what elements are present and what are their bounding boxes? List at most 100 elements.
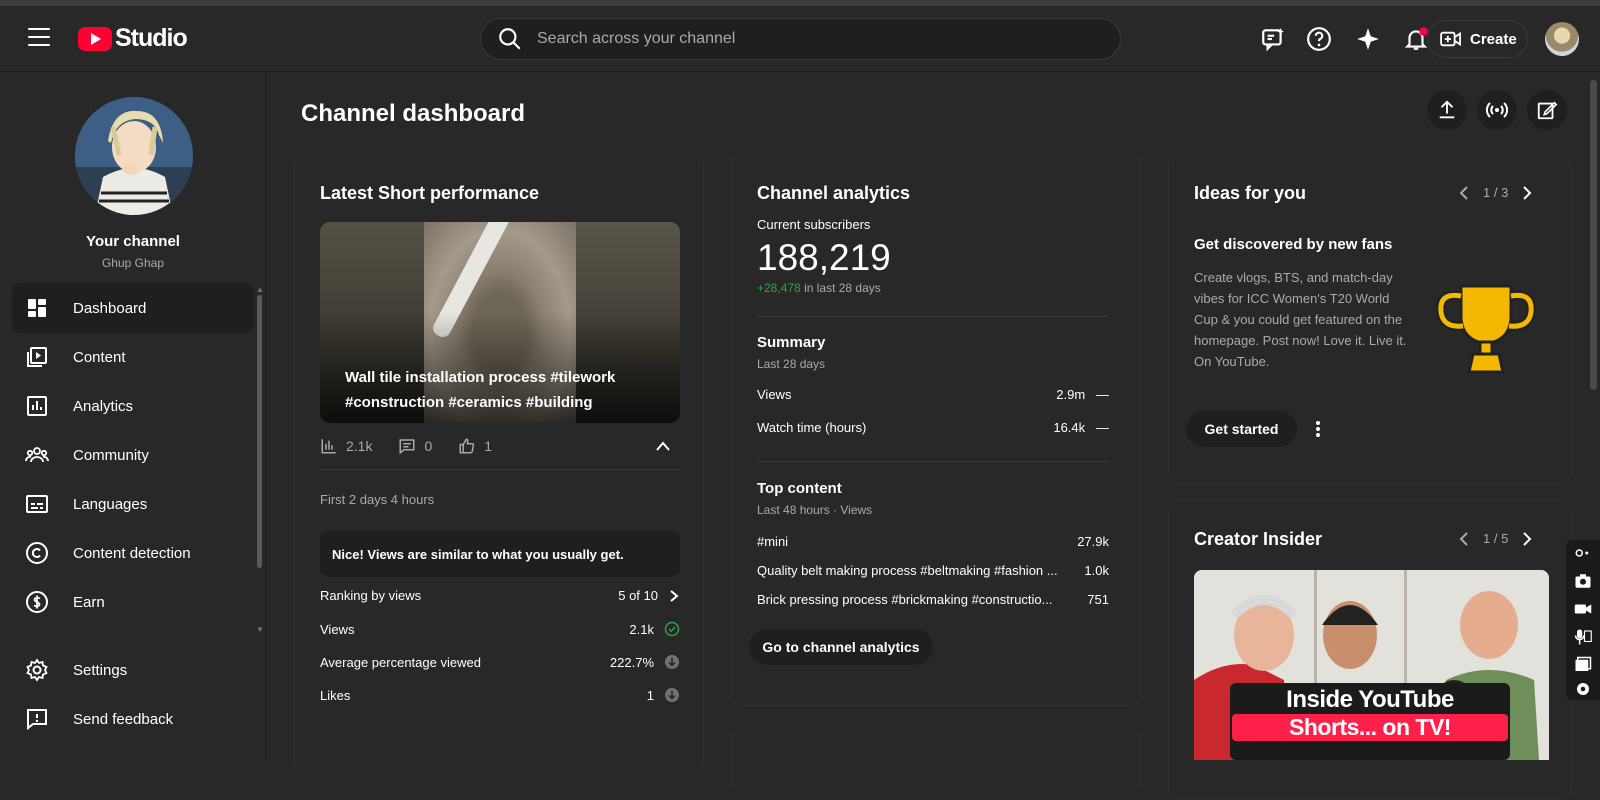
short-stats: 2.1k 0 1	[320, 437, 518, 455]
row-value: 1.0k	[1084, 563, 1109, 578]
gear-icon[interactable]	[1574, 680, 1592, 698]
create-post-button[interactable]	[1527, 90, 1567, 130]
avg-viewed-row: Average percentage viewed 222.7%	[320, 654, 680, 670]
sidebar-item-earn[interactable]: Earn	[12, 577, 254, 627]
link-icon[interactable]	[1574, 544, 1592, 562]
top-content-row[interactable]: Brick pressing process #brickmaking #con…	[757, 592, 1109, 607]
scroll-down-arrow[interactable]: ▼	[256, 625, 264, 634]
sidebar-item-label: Community	[73, 446, 149, 464]
gear-icon	[26, 658, 48, 682]
subs-count: 188,219	[757, 237, 891, 278]
row-value: 27.9k	[1077, 534, 1109, 549]
sidebar-item-content-detection[interactable]: Content detection	[12, 528, 254, 578]
sidebar-item-label: Content	[73, 348, 126, 366]
top-content-period: Last 48 hours · Views	[757, 503, 873, 517]
sidebar-item-analytics[interactable]: Analytics	[12, 381, 254, 431]
search-bar[interactable]: Search across your channel	[480, 18, 1121, 60]
thumb-line-1: Inside YouTube	[1286, 686, 1454, 713]
channel-avatar-image	[75, 97, 193, 215]
go-live-button[interactable]	[1477, 90, 1517, 130]
edit-icon	[1537, 101, 1558, 120]
arrow-down-circle-icon	[665, 655, 679, 669]
logo-text: Studio	[115, 24, 188, 52]
camera-icon[interactable]	[1574, 572, 1592, 590]
short-views: 2.1k	[346, 438, 373, 454]
top-content-row[interactable]: #mini 27.9k	[757, 534, 1109, 549]
chevron-left-icon[interactable]	[1459, 531, 1469, 546]
insider-pager: 1 / 5	[1459, 531, 1532, 546]
sidebar-item-label: Languages	[73, 495, 148, 513]
card-title: Creator Insider	[1194, 529, 1323, 549]
row-label: #mini	[757, 534, 789, 549]
sidebar-item-community[interactable]: Community	[12, 430, 254, 480]
row-value: 751	[1087, 592, 1109, 607]
short-thumbnail[interactable]: Wall tile installation process #tilework…	[320, 222, 680, 423]
upload-icon	[1439, 100, 1455, 119]
top-content-row[interactable]: Quality belt making process #beltmaking …	[757, 563, 1109, 578]
window-icon[interactable]	[1574, 656, 1592, 674]
sidebar-item-languages[interactable]: Languages	[12, 479, 254, 529]
get-started-button[interactable]: Get started	[1186, 411, 1297, 447]
row-trend: —	[1096, 387, 1109, 402]
pager-text: 1 / 3	[1483, 185, 1509, 200]
studio-logo[interactable]: Studio	[78, 24, 188, 53]
sparkle-icon[interactable]	[1355, 26, 1381, 52]
chevron-up-icon[interactable]	[655, 440, 671, 452]
scroll-up-arrow[interactable]: ▲	[256, 285, 264, 294]
trophy-icon	[1435, 284, 1537, 374]
sidebar-item-label: Content detection	[73, 544, 191, 562]
account-avatar[interactable]	[1545, 22, 1579, 56]
floating-toolbar	[1566, 540, 1600, 700]
subs-delta-suffix: in last 28 days	[804, 281, 881, 295]
row-value: 1	[646, 687, 654, 703]
sidebar-item-send-feedback[interactable]: Send feedback	[12, 694, 254, 744]
ideas-pager: 1 / 3	[1459, 185, 1532, 200]
sidebar-scrollbar[interactable]	[257, 295, 262, 568]
channel-avatar[interactable]	[75, 97, 193, 215]
check-circle-icon	[664, 621, 680, 637]
youtube-logo-icon	[78, 26, 112, 51]
go-to-analytics-button[interactable]: Go to channel analytics	[749, 629, 933, 665]
notifications-icon[interactable]	[1403, 26, 1429, 52]
row-label: Likes	[320, 687, 351, 703]
divider	[757, 461, 1109, 462]
row-label: Ranking by views	[320, 588, 422, 603]
feedback-sparkle-icon[interactable]	[1260, 26, 1286, 52]
likes-row: Likes 1	[320, 687, 680, 703]
sidebar-item-label: Earn	[73, 593, 105, 611]
sidebar-item-settings[interactable]: Settings	[12, 645, 254, 695]
ranking-row[interactable]: Ranking by views 5 of 10	[320, 588, 680, 603]
chevron-right-icon[interactable]	[1522, 185, 1532, 200]
upload-button[interactable]	[1427, 90, 1467, 130]
subs-label: Current subscribers	[757, 217, 871, 232]
more-vert-icon[interactable]	[1315, 420, 1321, 438]
page-scrollbar[interactable]	[1590, 80, 1597, 390]
live-icon	[1485, 102, 1509, 118]
menu-icon[interactable]	[28, 28, 50, 46]
chevron-left-icon[interactable]	[1459, 185, 1469, 200]
search-input[interactable]: Search across your channel	[537, 30, 735, 48]
chevron-right-icon[interactable]	[1522, 531, 1532, 546]
mic-icon[interactable]	[1574, 628, 1592, 646]
period-label: First 2 days 4 hours	[320, 492, 435, 507]
dollar-icon	[26, 591, 48, 613]
video-camera-icon[interactable]	[1574, 600, 1592, 618]
comment-icon	[399, 439, 415, 455]
divider	[320, 469, 680, 470]
insider-thumbnail[interactable]: Inside YouTube Shorts... on TV!	[1194, 570, 1549, 760]
summary-title: Summary	[757, 334, 826, 351]
idea-text: Create vlogs, BTS, and match-day vibes f…	[1194, 270, 1407, 369]
subs-delta: +28,478	[757, 281, 801, 295]
create-button[interactable]: Create	[1427, 20, 1528, 58]
row-label: Views	[757, 387, 792, 402]
help-icon[interactable]	[1306, 26, 1332, 52]
row-label: Watch time (hours)	[757, 420, 867, 435]
thumb-line-2: Shorts... on TV!	[1232, 714, 1508, 741]
sidebar-item-content[interactable]: Content	[12, 332, 254, 382]
sidebar-item-label: Send feedback	[73, 710, 174, 728]
sidebar-item-dashboard[interactable]: Dashboard	[12, 283, 254, 333]
thumbs-up-icon	[459, 438, 475, 454]
community-icon	[25, 447, 49, 463]
analytics-icon	[27, 396, 47, 416]
channel-analytics-card: Channel analytics Current subscribers 18…	[731, 154, 1141, 706]
